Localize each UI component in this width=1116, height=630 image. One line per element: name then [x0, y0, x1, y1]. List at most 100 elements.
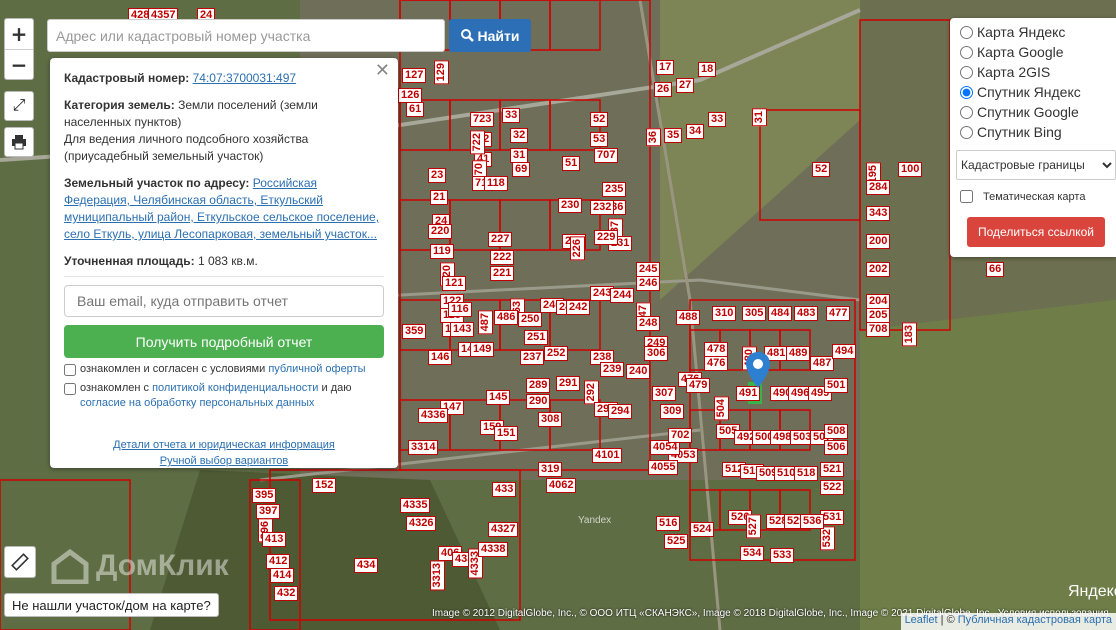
parcel-number-label[interactable]: 3313: [430, 560, 445, 591]
parcel-number-label[interactable]: 477: [826, 306, 851, 321]
parcel-number-label[interactable]: 4055: [648, 460, 679, 475]
parcel-number-label[interactable]: 308: [538, 412, 563, 427]
parcel-number-label[interactable]: 230: [558, 198, 583, 213]
parcel-number-label[interactable]: 434: [354, 558, 379, 573]
parcel-number-label[interactable]: 506: [824, 440, 849, 455]
thematic-map-checkbox[interactable]: [960, 190, 973, 203]
email-field[interactable]: [64, 285, 384, 317]
parcel-number-label[interactable]: 414: [270, 568, 295, 583]
parcel-number-label[interactable]: 151: [494, 426, 519, 441]
parcel-number-label[interactable]: 226: [570, 236, 585, 261]
parcel-number-label[interactable]: 532: [820, 526, 835, 551]
parcel-number-label[interactable]: 516: [656, 516, 681, 531]
parcel-number-label[interactable]: 476: [704, 356, 729, 371]
parcel-number-label[interactable]: 289: [526, 378, 551, 393]
parcel-number-label[interactable]: 3314: [408, 440, 439, 455]
parcel-number-label[interactable]: 152: [312, 478, 337, 493]
parcel-number-label[interactable]: 244: [610, 288, 635, 303]
parcel-number-label[interactable]: 290: [526, 394, 551, 409]
parcel-number-label[interactable]: 183: [902, 322, 917, 347]
parcel-number-label[interactable]: 204: [866, 294, 891, 309]
parcel-number-label[interactable]: 61: [406, 102, 425, 117]
offer-link[interactable]: публичной оферты: [268, 363, 365, 375]
parcel-number-label[interactable]: 66: [986, 262, 1005, 277]
parcel-number-label[interactable]: 483: [794, 306, 819, 321]
parcel-number-label[interactable]: 242: [566, 300, 591, 315]
parcel-number-label[interactable]: 149: [470, 342, 495, 357]
parcel-number-label[interactable]: 305: [742, 306, 767, 321]
parcel-number-label[interactable]: 524: [690, 522, 715, 537]
parcel-number-label[interactable]: 310: [712, 306, 737, 321]
search-input[interactable]: [47, 19, 445, 52]
cadastral-number-link[interactable]: 74:07:3700031:497: [193, 71, 296, 85]
parcel-number-label[interactable]: 23: [428, 168, 447, 183]
parcel-number-label[interactable]: 118: [484, 176, 508, 191]
parcel-number-label[interactable]: 31: [752, 108, 767, 127]
parcel-number-label[interactable]: 221: [490, 266, 515, 281]
parcel-number-label[interactable]: 119: [430, 244, 454, 259]
parcel-number-label[interactable]: 220: [428, 224, 453, 239]
parcel-number-label[interactable]: 27: [676, 78, 695, 93]
parcel-number-label[interactable]: 126: [398, 88, 423, 103]
zoom-out-button[interactable]: −: [5, 49, 33, 79]
parcel-number-label[interactable]: 222: [490, 250, 515, 265]
parcel-number-label[interactable]: 36: [646, 128, 661, 147]
parcel-number-label[interactable]: 4327: [488, 522, 519, 537]
measure-button[interactable]: [4, 546, 36, 578]
share-link-button[interactable]: Поделиться ссылкой: [967, 217, 1105, 247]
parcel-number-label[interactable]: 487: [478, 310, 493, 335]
parcel-number-label[interactable]: 100: [898, 162, 923, 177]
parcel-number-label[interactable]: 232: [590, 200, 615, 215]
fullscreen-button[interactable]: ⤢: [4, 91, 34, 121]
parcel-number-label[interactable]: 397: [256, 504, 281, 519]
parcel-number-label[interactable]: 395: [252, 488, 277, 503]
parcel-number-label[interactable]: 534: [740, 546, 765, 561]
parcel-number-label[interactable]: 121: [442, 276, 467, 291]
parcel-number-label[interactable]: 508: [824, 424, 849, 439]
parcel-number-label[interactable]: 525: [664, 534, 689, 549]
layer-option[interactable]: Спутник Google: [958, 102, 1108, 122]
parcel-number-label[interactable]: 229: [594, 230, 619, 245]
not-found-button[interactable]: Не нашли участок/дом на карте?: [4, 593, 219, 617]
personal-data-link[interactable]: согласие на обработку персональных данны…: [80, 397, 314, 409]
parcel-number-label[interactable]: 235: [602, 182, 627, 197]
parcel-number-label[interactable]: 34: [686, 124, 705, 139]
parcel-number-label[interactable]: 501: [824, 378, 849, 393]
parcel-number-label[interactable]: 146: [428, 350, 453, 365]
parcel-number-label[interactable]: 227: [488, 232, 513, 247]
parcel-number-label[interactable]: 250: [518, 312, 543, 327]
zoom-in-button[interactable]: +: [5, 19, 33, 49]
parcel-number-label[interactable]: 127: [402, 68, 427, 83]
parcel-number-label[interactable]: 21: [430, 190, 449, 205]
layer-option[interactable]: Спутник Яндекс: [958, 82, 1108, 102]
parcel-number-label[interactable]: 33: [708, 112, 727, 127]
overlay-select[interactable]: Кадастровые границы: [956, 150, 1116, 180]
parcel-number-label[interactable]: 143: [450, 322, 475, 337]
parcel-number-label[interactable]: 343: [866, 206, 891, 221]
parcel-number-label[interactable]: 4062: [546, 478, 577, 493]
layer-radio[interactable]: [960, 45, 973, 59]
manual-selection-link[interactable]: Ручной выбор вариантов: [160, 455, 288, 467]
parcel-number-label[interactable]: 18: [698, 62, 717, 77]
parcel-number-label[interactable]: 489: [786, 346, 811, 361]
parcel-number-label[interactable]: 200: [866, 234, 891, 249]
layer-radio[interactable]: [960, 125, 973, 139]
layer-option[interactable]: Карта Google: [958, 42, 1108, 62]
parcel-number-label[interactable]: 4101: [592, 448, 623, 463]
parcel-number-label[interactable]: 522: [820, 480, 845, 495]
layer-option[interactable]: Карта Яндекс: [958, 22, 1108, 42]
parcel-number-label[interactable]: 309: [660, 404, 685, 419]
report-details-link[interactable]: Детали отчета и юридическая информация: [113, 439, 335, 451]
parcel-number-label[interactable]: 205: [866, 308, 891, 323]
parcel-number-label[interactable]: 202: [866, 262, 891, 277]
parcel-number-label[interactable]: 478: [704, 342, 729, 357]
parcel-number-label[interactable]: 248: [636, 316, 661, 331]
parcel-number-label[interactable]: 53: [590, 132, 609, 147]
parcel-number-label[interactable]: 491: [736, 386, 761, 401]
parcel-number-label[interactable]: 240: [626, 364, 651, 379]
layer-radio[interactable]: [960, 85, 973, 99]
parcel-number-label[interactable]: 17: [656, 60, 675, 75]
parcel-number-label[interactable]: 487: [810, 356, 835, 371]
get-report-button[interactable]: Получить подробный отчет: [64, 325, 384, 358]
parcel-number-label[interactable]: 504: [714, 396, 729, 421]
